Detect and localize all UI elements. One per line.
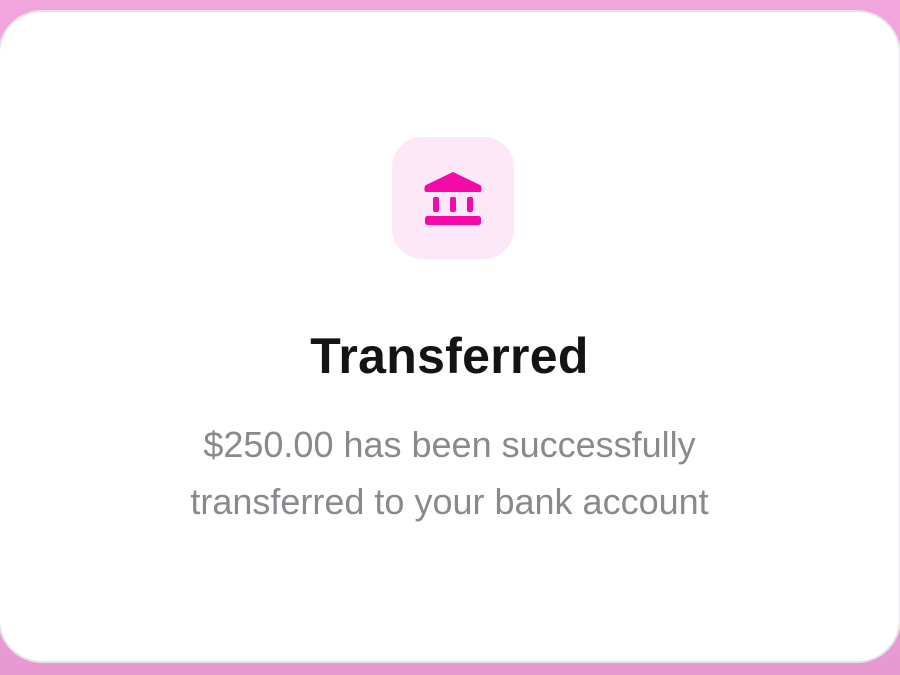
transfer-success-card: Transferred $250.00 has been successfull… bbox=[0, 10, 900, 663]
transfer-message-line-1: $250.00 has been successfully bbox=[203, 424, 696, 465]
transfer-message-line-2: transferred to your bank account bbox=[190, 481, 709, 522]
bank-icon bbox=[424, 172, 482, 225]
transfer-message: $250.00 has been successfully transferre… bbox=[120, 416, 779, 530]
bank-icon-tile bbox=[392, 137, 514, 259]
page-title: Transferred bbox=[310, 328, 589, 384]
